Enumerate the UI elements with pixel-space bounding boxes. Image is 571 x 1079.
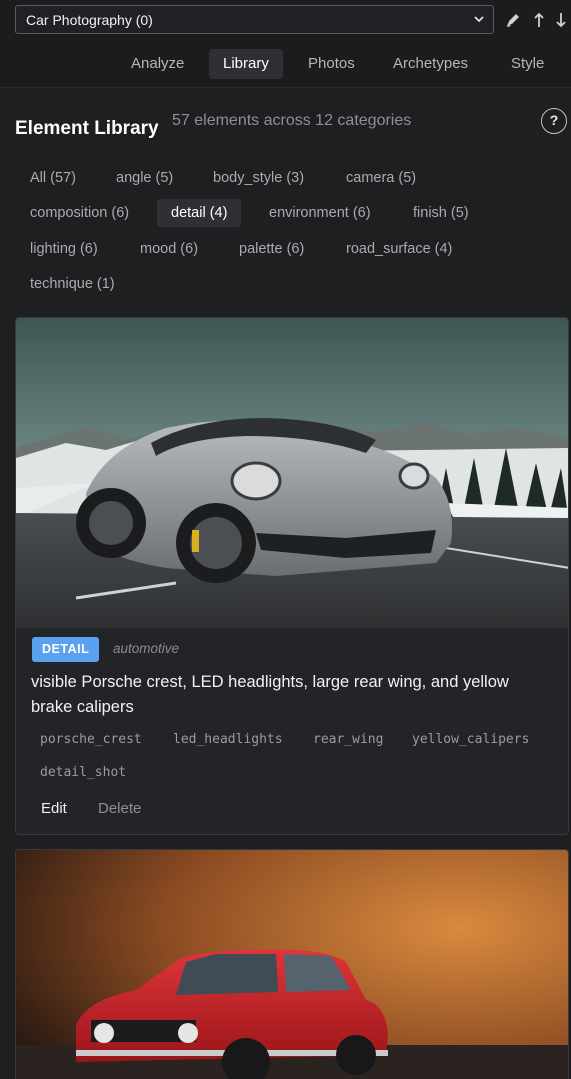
filter-chip-composition[interactable]: composition (6) <box>16 199 143 227</box>
filter-chip-environment[interactable]: environment (6) <box>255 199 385 227</box>
filter-chip-finish[interactable]: finish (5) <box>399 199 483 227</box>
filter-chip-technique[interactable]: technique (1) <box>16 270 129 298</box>
filter-chip-body-style[interactable]: body_style (3) <box>199 164 318 192</box>
edit-icon[interactable] <box>505 11 521 29</box>
filter-chip-angle[interactable]: angle (5) <box>102 164 187 192</box>
element-card: DETAIL automotive visible Porsche crest,… <box>15 317 569 835</box>
upload-icon[interactable] <box>531 11 547 29</box>
element-category: automotive <box>113 641 180 656</box>
main-tabs: Analyze Library Photos Archetypes Style <box>0 40 571 88</box>
top-bar: Car Photography (0) <box>0 0 571 40</box>
filter-chip-mood[interactable]: mood (6) <box>126 235 212 263</box>
tab-analyze[interactable]: Analyze <box>117 49 198 79</box>
element-photo[interactable] <box>16 318 568 628</box>
filter-chip-all[interactable]: All (57) <box>16 164 90 192</box>
help-button[interactable]: ? <box>541 108 567 134</box>
element-card <box>15 849 569 1079</box>
filter-chip-palette[interactable]: palette (6) <box>225 235 318 263</box>
element-tag[interactable]: rear_wing <box>303 726 393 754</box>
chevron-down-icon <box>474 16 484 23</box>
tab-archetypes[interactable]: Archetypes <box>379 49 482 79</box>
page-title: Element Library <box>15 118 159 139</box>
element-tag[interactable]: led_headlights <box>163 726 293 754</box>
filter-chip-camera[interactable]: camera (5) <box>332 164 430 192</box>
filter-chip-detail[interactable]: detail (4) <box>157 199 242 227</box>
element-tag[interactable]: porsche_crest <box>30 726 152 754</box>
filter-chip-road-surface[interactable]: road_surface (4) <box>332 235 466 263</box>
element-tag[interactable]: detail_shot <box>30 759 136 787</box>
element-photo[interactable] <box>16 850 568 1079</box>
delete-button[interactable]: Delete <box>98 800 141 817</box>
collection-select[interactable]: Car Photography (0) <box>15 5 494 34</box>
element-tag[interactable]: yellow_calipers <box>402 726 539 754</box>
collection-select-value: Car Photography (0) <box>26 11 153 28</box>
tab-library[interactable]: Library <box>209 49 283 79</box>
download-icon[interactable] <box>553 11 569 29</box>
tab-style[interactable]: Style <box>497 49 558 79</box>
filter-chip-lighting[interactable]: lighting (6) <box>16 235 112 263</box>
tab-photos[interactable]: Photos <box>294 49 369 79</box>
edit-button[interactable]: Edit <box>41 800 67 817</box>
page-subtitle: 57 elements across 12 categories <box>172 112 412 129</box>
element-description: visible Porsche crest, LED headlights, l… <box>31 673 509 716</box>
category-badge: DETAIL <box>32 637 100 662</box>
